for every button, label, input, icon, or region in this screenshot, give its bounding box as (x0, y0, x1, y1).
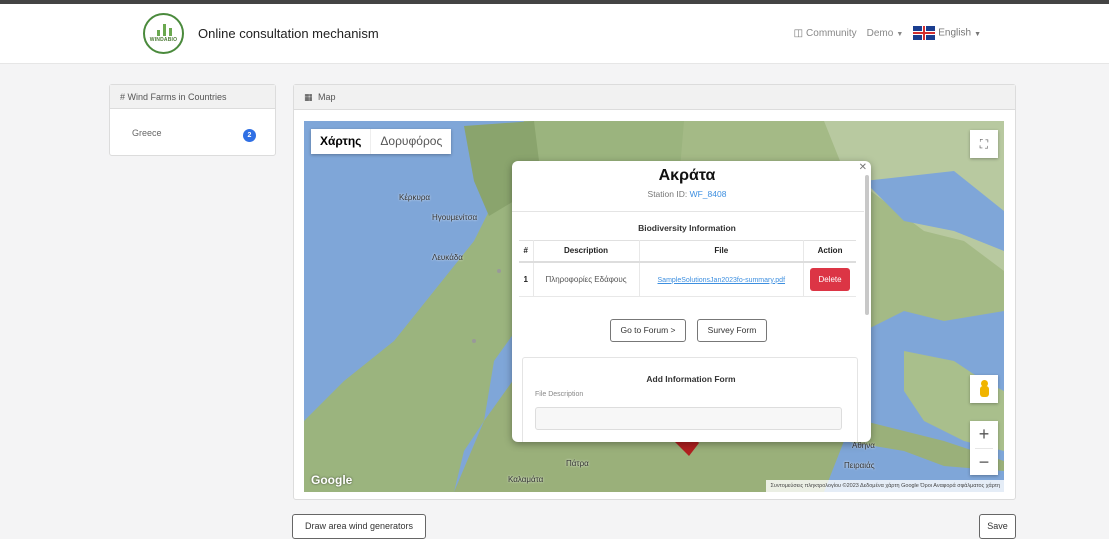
draw-area-button[interactable]: Draw area wind generators (292, 514, 426, 539)
map-place-label: Αθήνα (852, 441, 875, 450)
file-description-input[interactable] (535, 407, 842, 430)
biodiversity-title: Biodiversity Information (638, 223, 736, 233)
zoom-in-button[interactable]: + (970, 421, 998, 448)
navbar: WINDABIO Online consultation mechanism ◫… (0, 4, 1109, 64)
map-type-map-button[interactable]: Χάρτης (311, 129, 370, 154)
row-description: Πληροφορίες Εδάφους (533, 261, 640, 297)
station-name: Ακράτα (658, 167, 716, 184)
biodiversity-table: # Description File Action 1 Πληροφορίες … (519, 240, 856, 297)
station-id-link[interactable]: WF_8408 (690, 189, 727, 199)
map-icon: ▦ (304, 92, 313, 102)
language-label: English (938, 27, 972, 39)
community-label: Community (806, 27, 857, 39)
country-item-greece[interactable]: Greece 2 (110, 109, 275, 149)
file-description-label: File Description (535, 391, 584, 398)
column-header: File (639, 240, 805, 263)
station-id: Station ID: WF_8408 (512, 189, 862, 199)
info-scrollbar[interactable] (865, 175, 869, 315)
fullscreen-button[interactable]: ⛶ (970, 130, 998, 158)
row-action: Delete (803, 261, 856, 297)
file-link[interactable]: SampleSolutionsJan2023fo-summary.pdf (658, 277, 786, 284)
country-label: Greece (132, 128, 162, 138)
column-header: Description (533, 240, 640, 263)
wind-turbine-icon (153, 24, 175, 36)
app-title: Online consultation mechanism (198, 26, 379, 41)
fullscreen-icon: ⛶ (979, 136, 989, 151)
wind-farms-card-title: # Wind Farms in Countries (110, 85, 275, 109)
station-id-label: Station ID: (647, 189, 688, 199)
nav-right: ◫ Community Demo ▼ English ▼ (794, 26, 981, 40)
zoom-out-button[interactable]: − (970, 449, 998, 476)
zoom-control: + − (970, 421, 998, 475)
map-type-control: Χάρτης Δορυφόρος (311, 129, 452, 154)
demo-dropdown[interactable]: Demo ▼ (867, 28, 904, 39)
chevron-down-icon: ▼ (974, 30, 981, 38)
map-place-label: Κέρκυρα (399, 193, 431, 202)
map-type-satellite-button[interactable]: Δορυφόρος (370, 129, 451, 154)
wind-farms-card: # Wind Farms in Countries Greece 2 (109, 84, 276, 156)
count-badge: 2 (243, 129, 256, 142)
google-logo: Google (311, 473, 353, 487)
column-header: # (519, 240, 534, 263)
go-to-forum-button[interactable]: Go to Forum > (610, 319, 686, 342)
map-place-label: Πειραιάς (844, 461, 875, 470)
survey-form-button[interactable]: Survey Form (697, 319, 767, 342)
uk-flag-icon (913, 26, 936, 40)
map-place-label: Πάτρα (566, 459, 589, 468)
add-information-form: Add Information Form File Description (522, 357, 858, 442)
logo[interactable]: WINDABIO (143, 13, 184, 54)
chevron-down-icon: ▼ (896, 30, 904, 38)
community-icon: ◫ (793, 27, 804, 39)
row-number: 1 (519, 261, 534, 297)
community-link[interactable]: ◫ Community (794, 28, 857, 39)
map-card-title: Map (318, 92, 336, 102)
delete-button[interactable]: Delete (810, 267, 850, 291)
save-button[interactable]: Save (979, 514, 1016, 539)
language-dropdown[interactable]: English ▼ (913, 26, 981, 40)
row-file: SampleSolutionsJan2023fo-summary.pdf (639, 261, 805, 297)
map-card-header: ▦ Map (294, 85, 1015, 110)
map-attribution[interactable]: Συντομεύσεις πληκτρολογίου ©2023 Δεδομέν… (766, 480, 1004, 492)
demo-label: Demo (866, 27, 894, 39)
logo-text: WINDABIO (149, 37, 178, 43)
map-place-label: Λευκάδα (432, 253, 463, 262)
station-info-window: ✕ Ακράτα Station ID: WF_8408 Biodiversit… (512, 161, 871, 442)
map-place-label: Καλαμάτα (508, 475, 544, 484)
column-header: Action (803, 240, 856, 263)
pegman-button[interactable] (970, 375, 998, 403)
divider (512, 211, 864, 212)
add-form-title: Add Information Form (646, 374, 736, 384)
map-place-label: Ηγουμενίτσα (432, 213, 478, 222)
table-row: 1 Πληροφορίες Εδάφους SampleSolutionsJan… (519, 261, 856, 297)
